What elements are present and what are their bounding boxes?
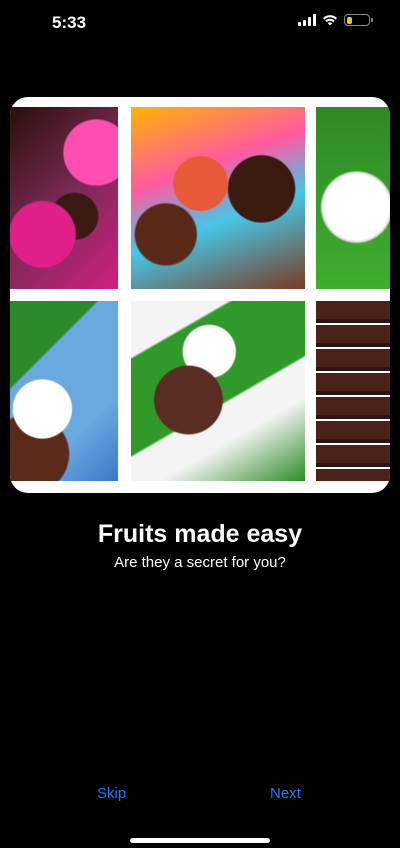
onboarding-image-collage bbox=[10, 97, 390, 493]
battery-icon bbox=[344, 14, 373, 26]
signal-icon bbox=[298, 14, 316, 26]
collage-image-1 bbox=[10, 107, 118, 289]
collage-image-5 bbox=[131, 301, 305, 481]
status-time: 5:33 bbox=[52, 13, 87, 32]
status-bar: 5:33 bbox=[0, 0, 400, 44]
skip-button[interactable]: Skip bbox=[97, 785, 126, 802]
collage-image-4 bbox=[10, 301, 118, 481]
battery-level bbox=[346, 16, 352, 24]
onboarding-title: Fruits made easy bbox=[97, 520, 303, 548]
next-button[interactable]: Next bbox=[270, 785, 301, 802]
collage-image-3 bbox=[316, 107, 390, 289]
home-indicator[interactable] bbox=[130, 838, 270, 843]
collage-image-6 bbox=[316, 301, 390, 481]
collage-image-2 bbox=[131, 107, 305, 289]
status-icons bbox=[298, 14, 373, 26]
wifi-icon bbox=[323, 15, 337, 26]
onboarding-subtitle: Are they a secret for you? bbox=[114, 554, 286, 571]
